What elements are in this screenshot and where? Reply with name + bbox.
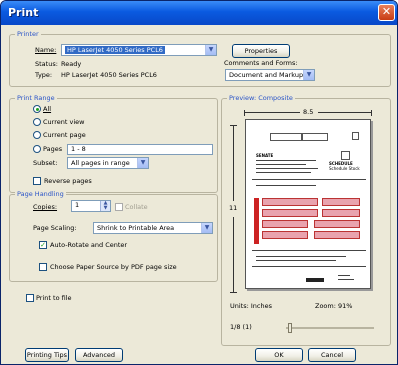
printer-name-label: Name: [35, 46, 57, 54]
choose-paper-source-checkbox[interactable] [39, 263, 47, 271]
title-bar: Print ✕ [1, 1, 397, 25]
chevron-down-icon[interactable]: ▼ [205, 45, 216, 55]
advanced-label: Advanced [82, 351, 116, 359]
preview-width-label: 8.5 [303, 108, 314, 116]
preview-box [352, 132, 359, 140]
preview-group-label: Preview: Composite [227, 93, 295, 103]
copies-label: Copies: [33, 203, 58, 211]
vertical-ruler: 11 [228, 125, 240, 293]
dialog-title: Print [8, 6, 39, 19]
radio-current-view-label: Current view [43, 118, 85, 126]
printer-group-label: Printer [15, 29, 41, 39]
subset-select[interactable]: All pages in range ▼ [67, 157, 149, 169]
radio-pages[interactable] [33, 145, 41, 153]
ok-button[interactable]: OK [255, 348, 303, 362]
radio-current-view[interactable] [33, 118, 41, 126]
preview-box [302, 133, 328, 141]
page-scaling-label: Page Scaling: [33, 224, 77, 232]
choose-paper-source-label: Choose Paper Source by PDF page size [50, 263, 177, 271]
ruler-icon: 8.5 [244, 107, 372, 116]
auto-rotate-label: Auto-Rotate and Center [50, 241, 128, 249]
print-to-file-label: Print to file [36, 294, 72, 302]
chevron-down-icon[interactable]: ▼ [137, 158, 148, 168]
radio-current-page-label: Current page [43, 131, 86, 139]
page-scaling-value: Shrink to Printable Area [97, 224, 175, 232]
print-dialog: Print ✕ Printer Name: HP LaserJet 4050 S… [0, 0, 398, 365]
page-handling-group-label: Page Handling [15, 189, 66, 199]
page-preview: SENATE SCHEDULE Schedule Stock [245, 119, 371, 289]
printer-name-select[interactable]: HP LaserJet 4050 Series PCL6 ▼ [61, 44, 217, 56]
subset-label: Subset: [33, 159, 58, 167]
close-icon: ✕ [381, 5, 392, 18]
cancel-label: Cancel [320, 351, 344, 359]
radio-pages-label: Pages [43, 145, 63, 153]
spinner-arrows-icon[interactable]: ▲ ▼ [100, 201, 110, 211]
copies-spinner[interactable]: 1 ▲ ▼ [71, 200, 111, 212]
units-label: Units: Inches [230, 302, 272, 310]
pages-input-value: 1 - 8 [71, 145, 86, 153]
close-button[interactable]: ✕ [378, 4, 395, 21]
printing-tips-label: Printing Tips [26, 351, 68, 359]
page-slider-thumb[interactable] [288, 323, 292, 333]
auto-rotate-checkbox[interactable]: ✓ [39, 241, 47, 249]
zoom-label: Zoom: 91% [315, 302, 353, 310]
radio-all-label: All [43, 105, 52, 113]
preview-box [270, 133, 302, 141]
status-label: Status: [35, 60, 58, 68]
printer-name-value: HP LaserJet 4050 Series PCL6 [65, 46, 165, 54]
reverse-pages-checkbox[interactable] [33, 177, 41, 185]
properties-button[interactable]: Properties [232, 44, 290, 58]
comments-forms-label: Comments and Forms: [224, 59, 298, 67]
page-indicator: 1/8 (1) [230, 323, 252, 331]
preview-box [341, 151, 350, 160]
reverse-pages-label: Reverse pages [44, 177, 92, 185]
radio-current-page[interactable] [33, 131, 41, 139]
subset-value: All pages in range [71, 159, 130, 167]
type-label: Type: [35, 71, 53, 79]
status-value: Ready [61, 60, 82, 68]
collate-label: Collate [125, 203, 148, 211]
print-range-group-label: Print Range [15, 93, 57, 103]
type-value: HP LaserJet 4050 Series PCL6 [61, 71, 157, 79]
doc-heading: SENATE [256, 153, 274, 158]
pages-input[interactable]: 1 - 8 [67, 144, 213, 155]
advanced-button[interactable]: Advanced [75, 348, 123, 362]
page-slider[interactable] [286, 323, 374, 333]
doc-title-line2: Schedule Stock [329, 166, 360, 171]
comments-forms-select[interactable]: Document and Markups ▼ [225, 69, 315, 81]
page-scaling-select[interactable]: Shrink to Printable Area ▼ [93, 222, 213, 234]
ok-label: OK [274, 351, 284, 359]
chevron-down-icon[interactable]: ▼ [201, 223, 212, 233]
radio-all[interactable] [33, 105, 41, 113]
cancel-button[interactable]: Cancel [308, 348, 356, 362]
collate-checkbox[interactable] [115, 203, 123, 211]
comments-forms-value: Document and Markups [229, 71, 307, 79]
print-to-file-checkbox[interactable] [26, 294, 34, 302]
printing-tips-button[interactable]: Printing Tips [25, 348, 69, 362]
chevron-down-icon[interactable]: ▼ [303, 70, 314, 80]
preview-height-label: 11 [229, 204, 238, 212]
copies-value: 1 [75, 201, 80, 209]
properties-button-label: Properties [244, 47, 278, 55]
